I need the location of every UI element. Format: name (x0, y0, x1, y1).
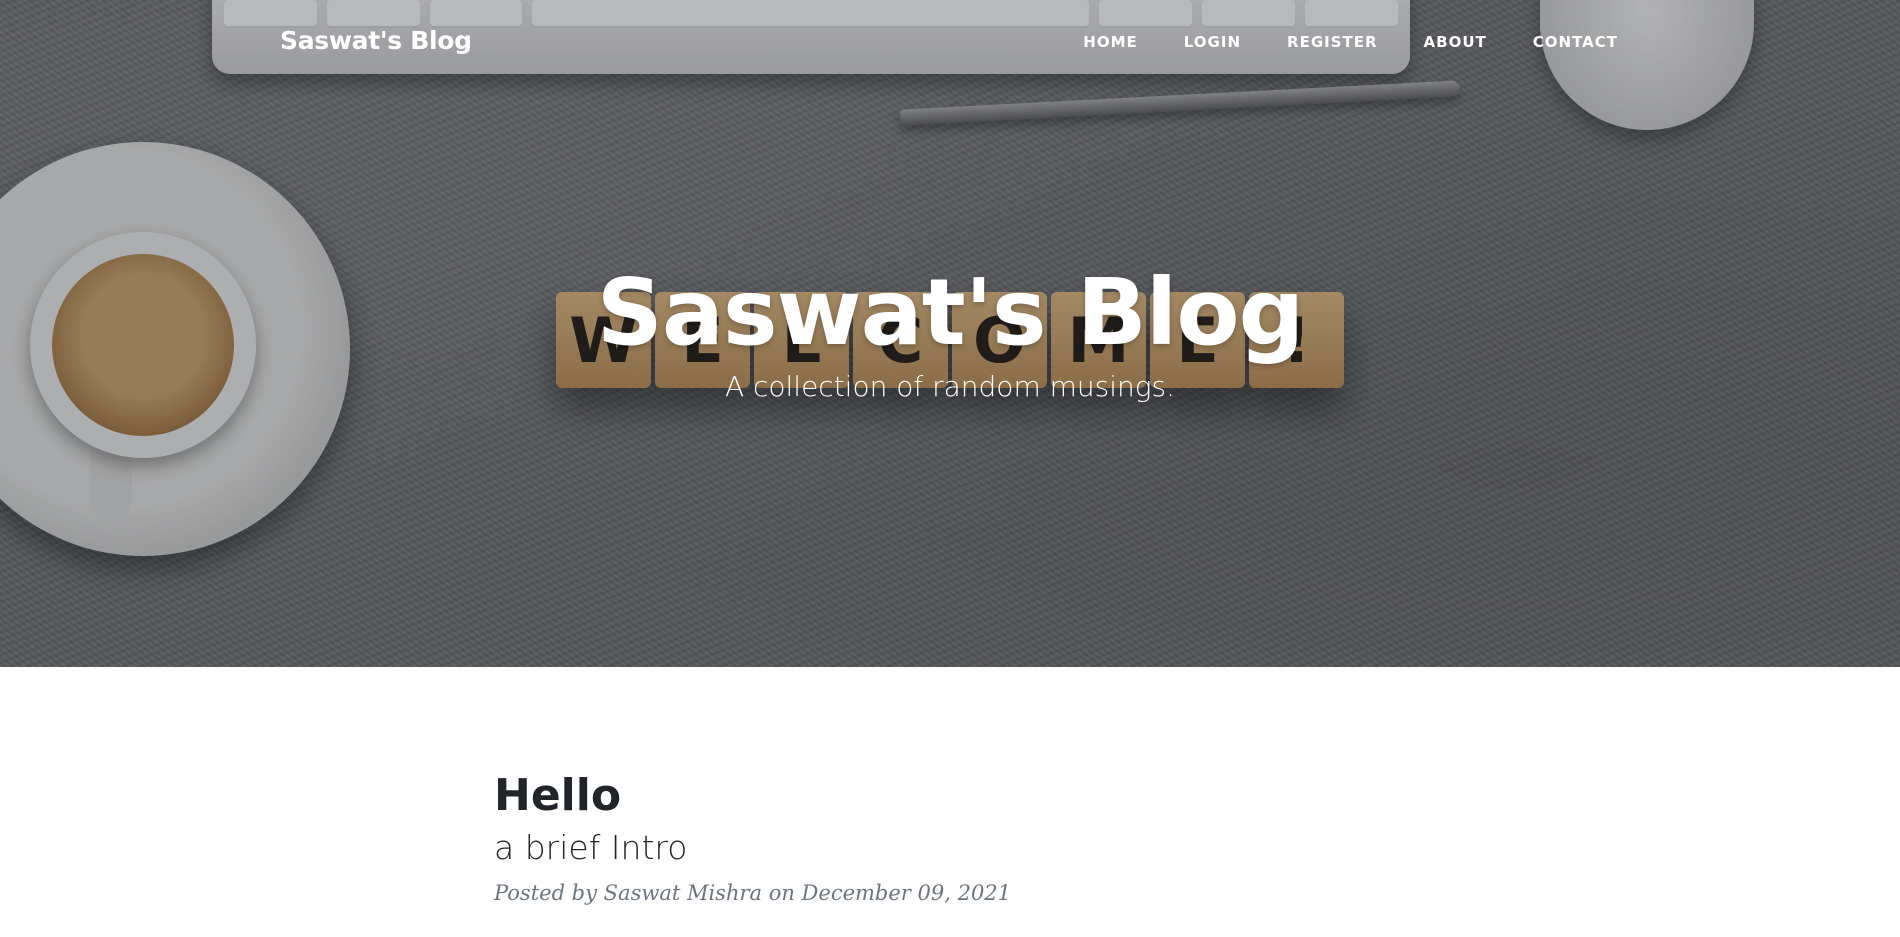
navbar-brand[interactable]: Saswat's Blog (280, 26, 472, 55)
nav-link-contact[interactable]: CONTACT (1533, 33, 1618, 51)
post-meta: Posted by Saswat Mishra on December 09, … (494, 881, 1012, 905)
site-heading: Saswat's Blog A collection of random mus… (0, 258, 1900, 403)
masthead: W E L C O M E ! Saswat's Blog HOME LOGIN… (0, 0, 1900, 667)
pen-image (899, 80, 1461, 126)
post-subtitle[interactable]: a brief Intro (494, 828, 1394, 867)
nav-links: HOME LOGIN REGISTER ABOUT CONTACT (1037, 33, 1900, 51)
site-subtitle: A collection of random musings. (724, 370, 1176, 403)
post-title[interactable]: Hello (494, 770, 1394, 822)
nav-link-home[interactable]: HOME (1083, 33, 1137, 51)
post-preview[interactable]: Hello a brief Intro Posted by Saswat Mis… (494, 770, 1394, 905)
site-title: Saswat's Blog (596, 259, 1305, 366)
nav-link-about[interactable]: ABOUT (1424, 33, 1487, 51)
main-navbar: Saswat's Blog HOME LOGIN REGISTER ABOUT … (0, 0, 1900, 86)
nav-link-register[interactable]: REGISTER (1287, 33, 1378, 51)
nav-link-login[interactable]: LOGIN (1184, 33, 1241, 51)
